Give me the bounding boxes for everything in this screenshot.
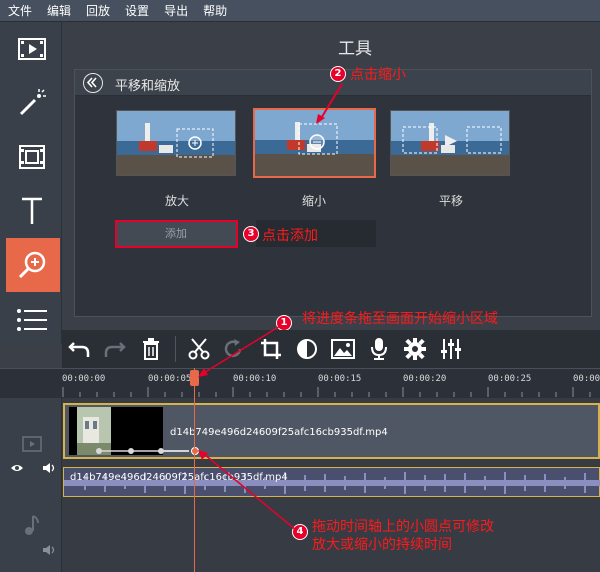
pan-option[interactable] xyxy=(390,110,510,176)
ruler-ticks xyxy=(62,387,591,397)
edit-toolbar xyxy=(62,330,600,368)
zoom-in-label: 放大 xyxy=(164,194,189,208)
annotation-2-arrow xyxy=(316,83,343,124)
redo-button[interactable] xyxy=(100,334,130,364)
landscape-thumbnail xyxy=(391,111,509,175)
undo-icon xyxy=(68,342,90,357)
sidebar-item-transitions[interactable] xyxy=(6,132,58,182)
timeline-ruler[interactable]: 00:00:00 00:00:05 00:00:10 00:00:15 00:0… xyxy=(62,368,600,398)
menu-export[interactable]: 导出 xyxy=(164,2,188,19)
equalizer-button[interactable] xyxy=(436,334,466,364)
double-chevron-left-icon xyxy=(86,77,97,88)
sidebar-item-zoom[interactable] xyxy=(6,238,60,292)
music-note-icon xyxy=(25,515,39,535)
sidebar-item-media[interactable] xyxy=(6,24,58,74)
annotation-3-text: 点击添加 xyxy=(262,228,318,244)
undo-button[interactable] xyxy=(64,334,94,364)
toolbar-divider xyxy=(175,336,176,362)
panel-title: 工具 xyxy=(338,39,372,59)
video-track-icon xyxy=(22,436,42,452)
image-icon xyxy=(331,339,355,359)
sidebar-item-effects[interactable] xyxy=(6,78,58,128)
tick-label: 00:00:20 xyxy=(403,374,447,384)
microphone-icon xyxy=(371,338,387,360)
tick-label: 00:00:15 xyxy=(318,374,362,384)
sidebar-item-titles[interactable] xyxy=(6,186,58,236)
filmstrip-icon xyxy=(19,145,45,169)
media-icon xyxy=(18,38,46,60)
ruler-spacer xyxy=(0,368,62,398)
back-button[interactable] xyxy=(83,73,103,93)
track-headers xyxy=(0,398,62,572)
annotation-1-text: 将进度条拖至画面开始缩小区域 xyxy=(302,311,498,327)
menu-file[interactable]: 文件 xyxy=(8,2,32,19)
delete-button[interactable] xyxy=(136,334,166,364)
pan-label: 平移 xyxy=(438,194,463,208)
tick-label: 00:00:30 xyxy=(573,374,600,384)
annotation-1-arrow xyxy=(198,325,281,377)
tick-label: 00:00:05 xyxy=(148,374,192,384)
menu-playback[interactable]: 回放 xyxy=(86,2,110,19)
annotation-2-text: 点击缩小 xyxy=(350,67,406,83)
settings-icon xyxy=(404,338,426,360)
video-clip-name: d14b749e496d24609f25afc16cb935df.mp4 xyxy=(170,427,388,438)
zoom-out-label: 缩小 xyxy=(301,194,326,208)
settings-button[interactable] xyxy=(400,334,430,364)
annotation-3-number: 3 xyxy=(243,226,259,242)
speaker-icon[interactable] xyxy=(42,544,58,556)
sidebar xyxy=(0,22,62,344)
image-button[interactable] xyxy=(328,334,358,364)
menu-bar: 文件 编辑 回放 设置 导出 帮助 xyxy=(0,0,600,22)
record-audio-button[interactable] xyxy=(364,334,394,364)
eye-icon[interactable] xyxy=(10,463,24,473)
menu-settings[interactable]: 设置 xyxy=(125,2,149,19)
magic-wand-icon xyxy=(19,89,46,116)
color-adjust-icon xyxy=(297,339,317,359)
annotation-4-line1: 拖动时间轴上的小圆点可修改 xyxy=(312,519,494,535)
equalizer-icon xyxy=(441,339,461,359)
tick-label: 00:00:25 xyxy=(488,374,532,384)
sidebar-item-more[interactable] xyxy=(6,295,58,345)
list-icon xyxy=(17,309,47,331)
speaker-icon[interactable] xyxy=(42,462,58,474)
zoom-in-option[interactable] xyxy=(116,110,236,176)
delete-icon xyxy=(143,338,159,360)
color-adjust-button[interactable] xyxy=(292,334,322,364)
menu-edit[interactable]: 编辑 xyxy=(47,2,71,19)
zoom-tool-icon xyxy=(18,251,46,279)
annotation-4-arrow xyxy=(198,450,297,531)
playhead-line xyxy=(194,368,195,572)
redo-icon xyxy=(104,342,126,357)
video-clip[interactable]: d14b749e496d24609f25afc16cb935df.mp4 xyxy=(63,403,600,459)
add-button-highlight xyxy=(115,220,238,248)
tool-title: 平移和缩放 xyxy=(115,79,181,94)
landscape-thumbnail xyxy=(117,111,235,175)
audio-clip[interactable]: d14b749e496d24609f25afc16cb935df.mp4 xyxy=(63,467,600,497)
zoom-effect-bar[interactable] xyxy=(95,445,205,457)
tick-label: 00:00:00 xyxy=(62,374,106,384)
text-icon xyxy=(22,197,42,224)
annotation-4-line2: 放大或缩小的持续时间 xyxy=(312,537,452,553)
menu-help[interactable]: 帮助 xyxy=(203,2,227,19)
